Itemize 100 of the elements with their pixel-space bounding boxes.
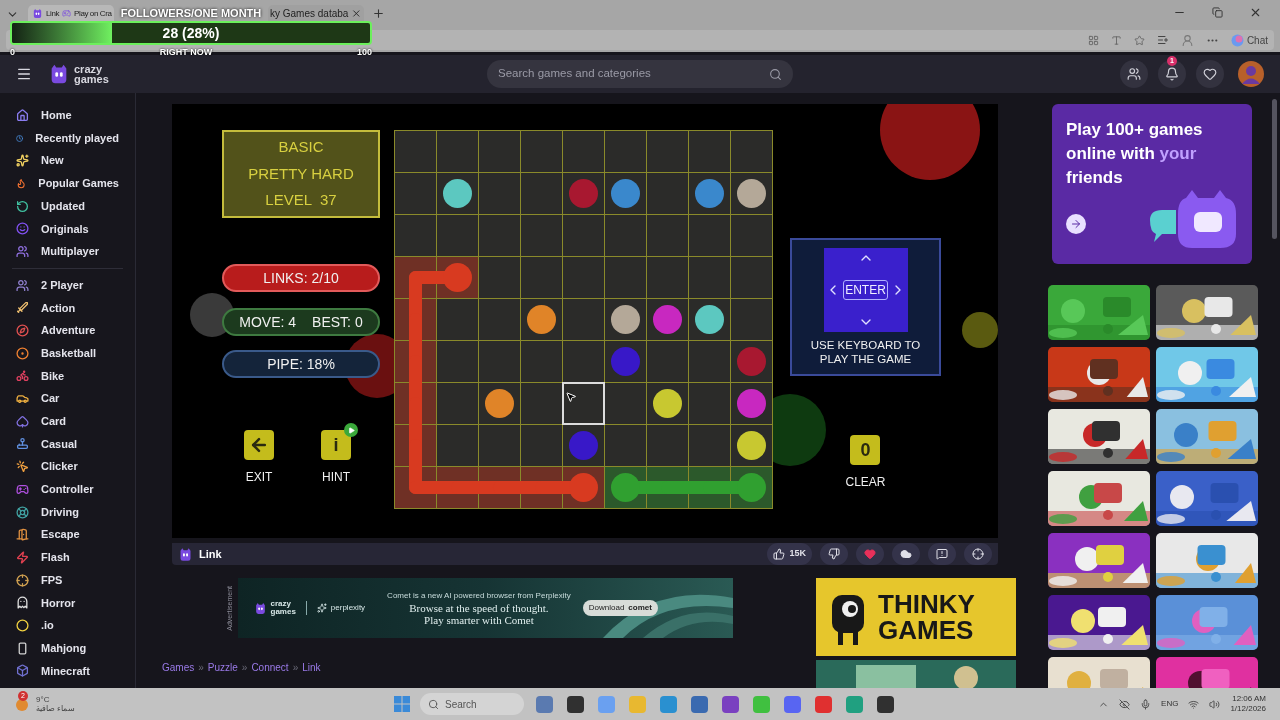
grid-cell[interactable] [437,299,478,340]
grid-cell[interactable] [437,425,478,466]
grid-cell[interactable] [605,131,646,172]
grid-cell[interactable] [479,341,520,382]
profile-icon[interactable] [1180,33,1194,47]
grid-cell[interactable] [689,131,730,172]
sidebar-item[interactable]: Basketball [0,341,135,365]
language-indicator[interactable]: ENG [1161,698,1179,710]
grid-cell[interactable] [479,131,520,172]
apps-icon[interactable] [1087,34,1099,46]
dislike-button[interactable] [820,543,848,565]
grid-cell[interactable] [521,131,562,172]
like-button[interactable]: 15K [767,543,812,565]
sidebar-item[interactable]: Minecraft [0,659,135,683]
microphone-icon[interactable] [1140,698,1152,710]
grid-cell[interactable] [605,425,646,466]
grid-cell[interactable] [437,215,478,256]
grid-cell[interactable] [395,215,436,256]
side-ad[interactable]: THINKY GAMES [816,578,1016,656]
enter-key[interactable]: ENTER [843,280,888,300]
menu-icon[interactable] [16,66,32,82]
sidebar-item[interactable]: Horror [0,591,135,615]
breadcrumb-link[interactable]: Puzzle [207,660,238,675]
grid-cell[interactable] [731,257,772,298]
app-icon[interactable] [722,695,739,713]
grid-cell[interactable] [479,215,520,256]
sidebar-item[interactable]: New [0,149,135,173]
favorites-icon[interactable] [1156,34,1169,46]
sidebar-item[interactable]: Mahjong [0,636,135,660]
sidebar-item[interactable]: Action [0,296,135,320]
grid-cell[interactable] [437,383,478,424]
sidebar-item[interactable]: Escape [0,523,135,547]
grid-cell[interactable] [647,257,688,298]
promo-card[interactable]: Play 100+ games online with your friends [1052,104,1252,264]
avatar[interactable] [1238,61,1264,87]
new-tab-icon[interactable] [372,7,385,20]
grid-cell[interactable] [731,215,772,256]
search-field[interactable]: Search games and categories [487,60,793,88]
close-icon[interactable] [1249,6,1262,19]
sidebar-item[interactable]: Multiplayer [0,240,135,263]
download-button[interactable]: Download comet [582,600,658,616]
eye-off-icon[interactable] [1119,698,1131,710]
grid-cell[interactable] [521,257,562,298]
cloud-button[interactable] [892,543,920,565]
grid-cell[interactable] [689,341,730,382]
sidebar-item[interactable]: Bike [0,364,135,388]
grid-cell[interactable] [521,341,562,382]
grid-cell[interactable] [605,383,646,424]
sidebar-item[interactable]: Adventure [0,319,135,342]
grid-cell[interactable] [563,215,604,256]
sidebar-item[interactable]: Home [0,104,135,127]
sidebar-item[interactable]: Popular Games [0,172,135,195]
breadcrumb-link[interactable]: Connect [251,660,289,675]
chat-button[interactable]: Chat [1230,32,1268,48]
sidebar-item[interactable]: Casual [0,432,135,456]
grid-cell[interactable] [521,173,562,214]
sidebar-item[interactable]: Card [0,409,135,433]
read-aloud-icon[interactable] [1110,34,1122,46]
grid-cell[interactable] [563,341,604,382]
grid-cell[interactable] [689,425,730,466]
fullscreen-button[interactable] [964,543,992,565]
start-icon[interactable] [394,696,410,712]
sidebar-item[interactable]: Flash [0,546,135,569]
grid-cell[interactable] [647,425,688,466]
grid-cell[interactable] [479,257,520,298]
grid-cell[interactable] [563,131,604,172]
grid-cell[interactable] [479,299,520,340]
friends-button[interactable] [1120,60,1148,88]
hint-button[interactable]: i [321,430,351,460]
sidebar-item[interactable]: 2 Player [0,273,135,297]
close-icon[interactable] [351,8,362,19]
volume-icon[interactable] [1209,698,1221,710]
restore-icon[interactable] [1212,7,1223,18]
grid-cell[interactable] [731,299,772,340]
favorite-button[interactable] [856,543,884,565]
sidebar-item[interactable]: .io [0,614,135,637]
taskbar-search[interactable]: Search [420,693,524,715]
breadcrumb-link[interactable]: Link [302,660,321,675]
sidebar-item[interactable]: Updated [0,194,135,218]
grid-cell[interactable] [395,173,436,214]
sidebar-item[interactable]: Clicker [0,455,135,478]
grid-cell[interactable] [437,131,478,172]
grid-cell[interactable] [479,173,520,214]
sidebar-item[interactable]: Driving [0,500,135,524]
sidebar-item[interactable]: Originals [0,217,135,241]
grid-cell[interactable] [647,173,688,214]
grid-cell[interactable] [521,383,562,424]
grid-cell[interactable] [521,425,562,466]
sidebar-item[interactable]: Car [0,387,135,410]
clear-button[interactable]: 0 [850,435,881,465]
grid-cell[interactable] [562,382,605,425]
clock[interactable]: 12:06 AM 1/12/2026 [1230,694,1266,714]
scrollbar[interactable] [1272,99,1277,239]
grid-cell[interactable] [647,131,688,172]
app-icon[interactable] [877,695,894,713]
search-icon[interactable] [769,67,782,81]
network-icon[interactable] [1188,698,1200,710]
grid-cell[interactable] [689,215,730,256]
grid-cell[interactable] [647,341,688,382]
grid-cell[interactable] [689,383,730,424]
